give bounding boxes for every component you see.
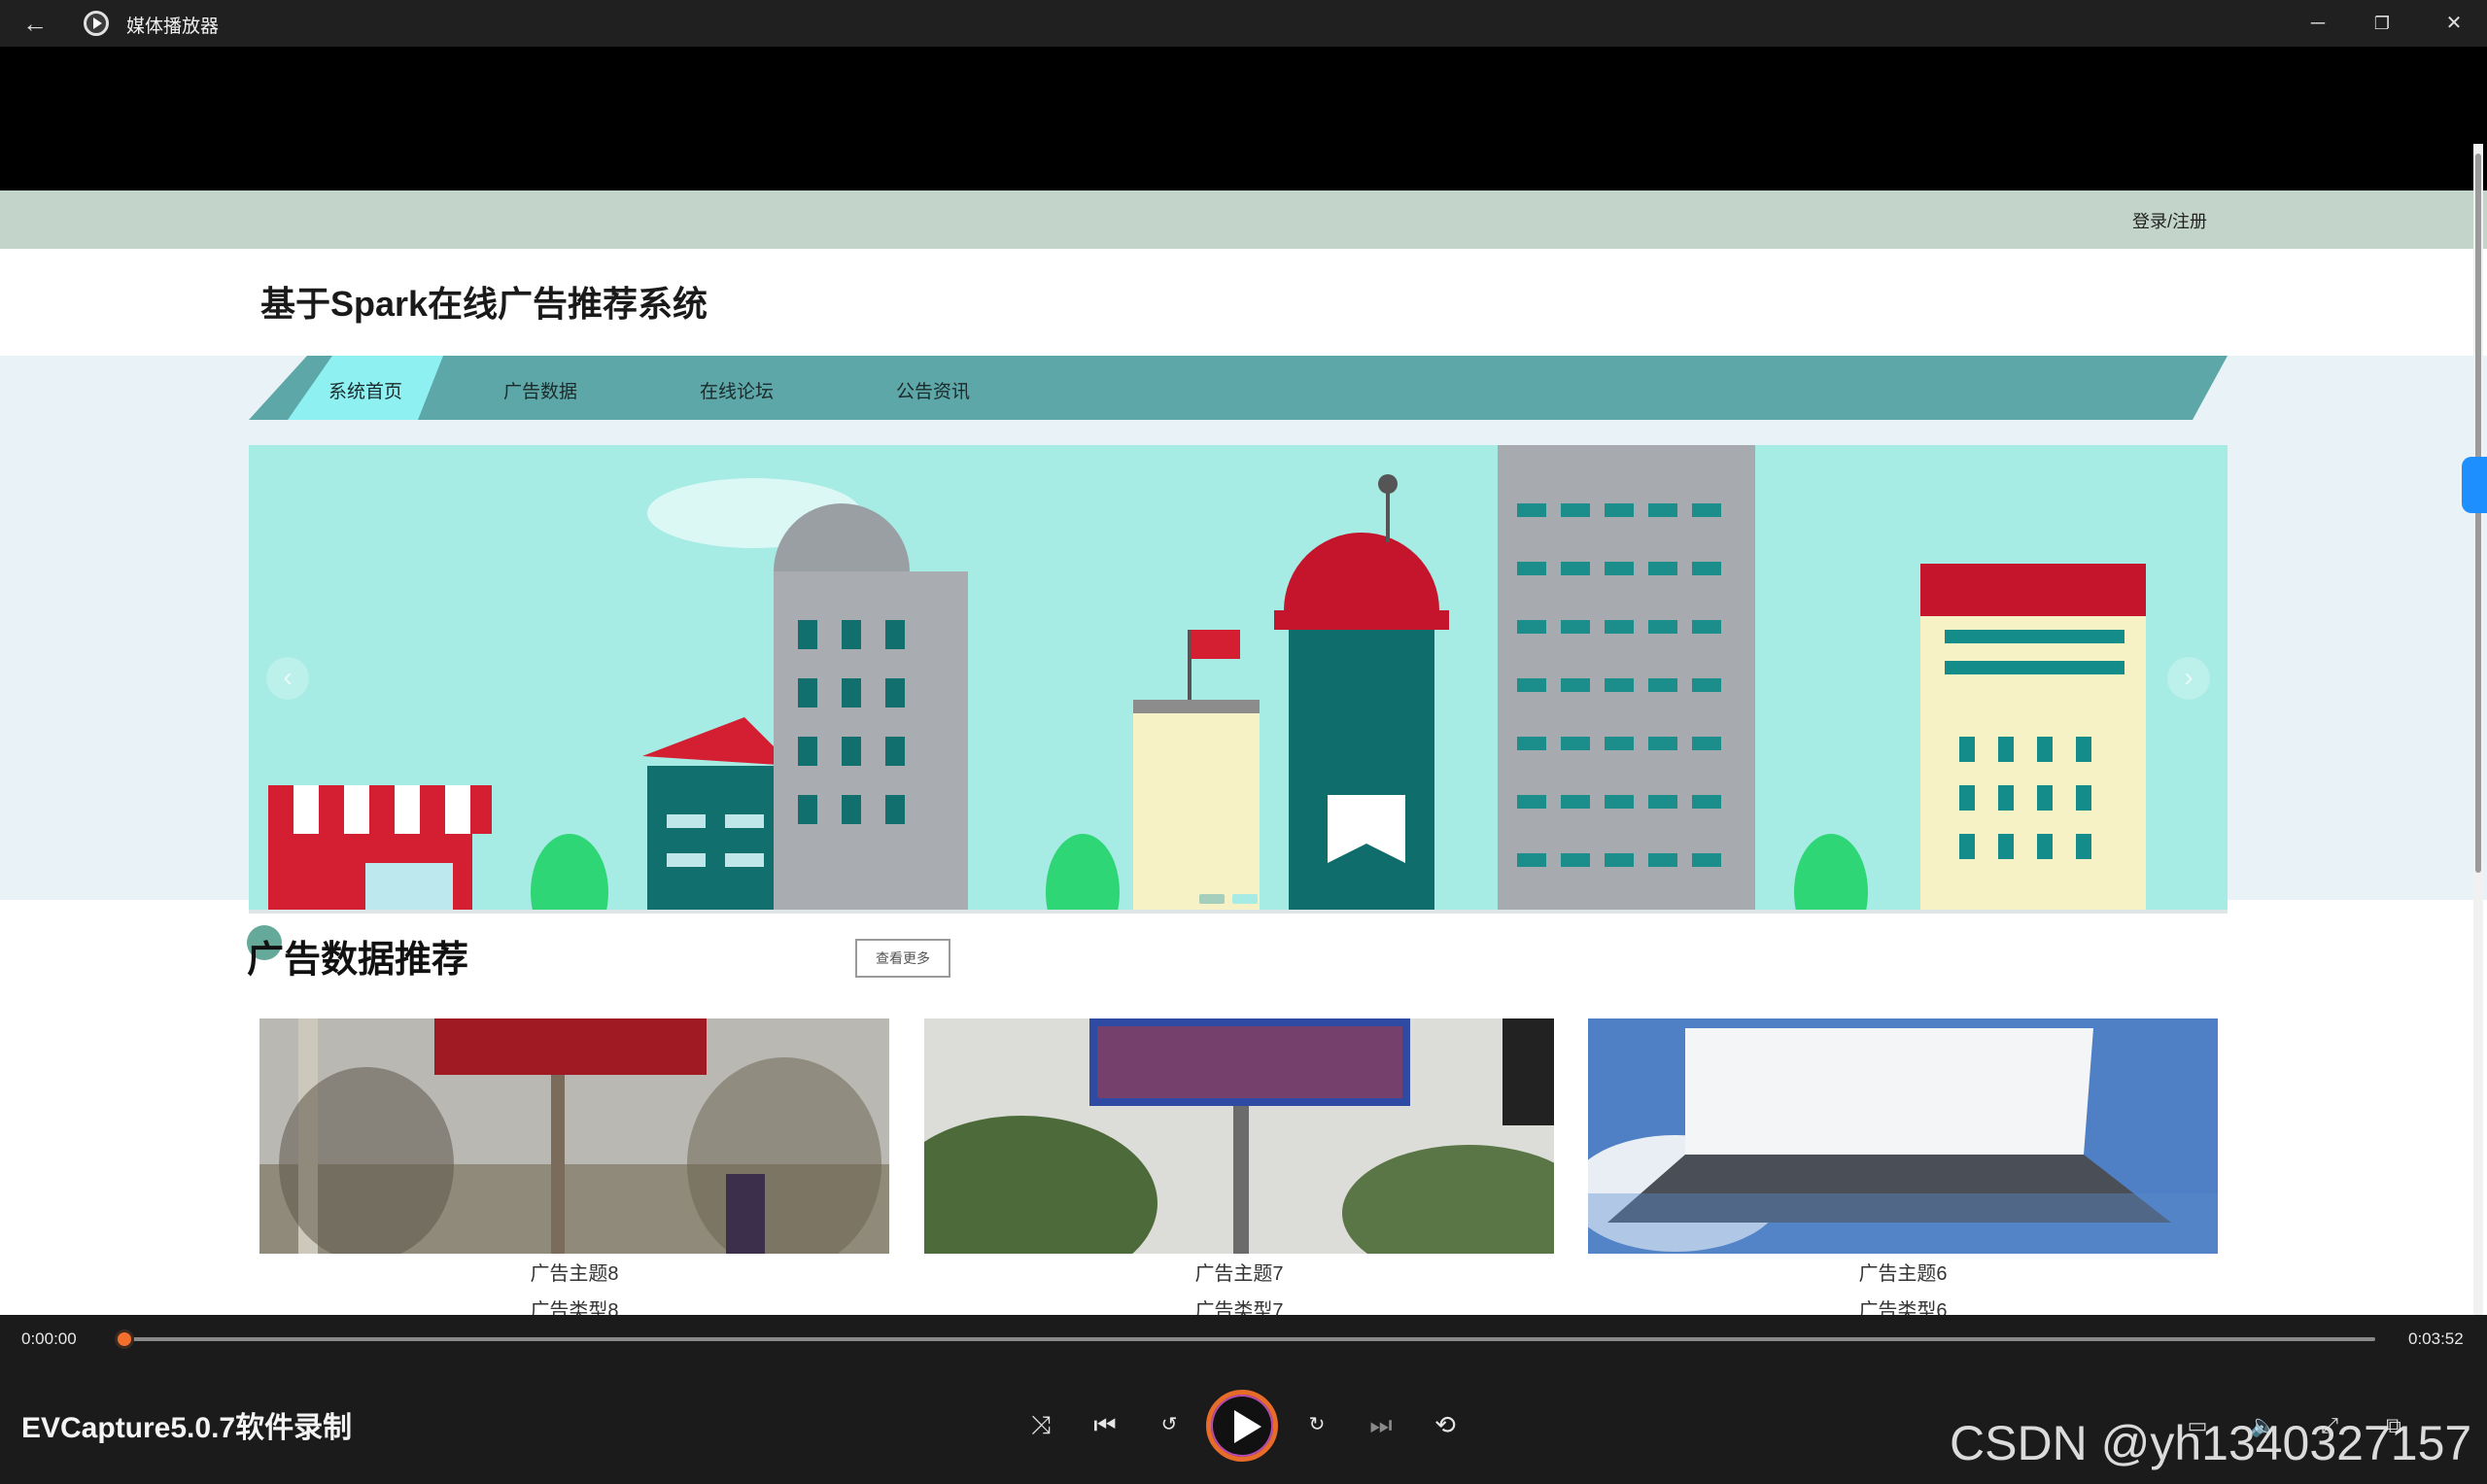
site-title: 基于Spark在线广告推荐系统 [260,284,708,324]
page-scrollbar-thumb[interactable] [2475,154,2481,873]
previous-track-icon[interactable]: ⏮ [1086,1405,1124,1444]
seek-knob[interactable] [115,1329,134,1349]
banner-next-arrow[interactable]: › [2167,657,2210,700]
login-register-link[interactable]: 登录/注册 [2132,208,2207,233]
current-time: 0:00:00 [21,1329,77,1348]
seek-bar[interactable] [122,1337,2375,1341]
restore-button[interactable]: ❐ [2350,0,2414,47]
play-button[interactable] [1206,1390,1278,1462]
nav-item-forum[interactable]: 在线论坛 [700,377,774,403]
banner-prev-arrow[interactable]: ‹ [266,657,309,700]
recorded-webpage: 登录/注册 基于Spark在线广告推荐系统 系统首页 广告数据 在线论坛 公告资… [0,190,2487,1362]
csdn-watermark: CSDN @yh1340327157 [1950,1416,2472,1470]
nav-item-home[interactable]: 系统首页 [328,377,402,403]
play-icon [1234,1410,1261,1443]
banner-carousel[interactable]: ‹ › [249,445,2228,914]
ad-card-title: 广告主题6 [1858,1263,1948,1285]
nav-item-ad-data[interactable]: 广告数据 [503,377,577,403]
city-illustration [249,445,2228,914]
total-time: 0:03:52 [2408,1329,2464,1348]
shuffle-icon[interactable]: ⤨ [1021,1405,1060,1444]
billboard-photo [259,1018,889,1254]
top-strip: 登录/注册 [0,190,2487,249]
back-arrow-icon[interactable]: ← [19,8,51,39]
close-button[interactable]: ✕ [2422,0,2486,47]
nav-item-announcements[interactable]: 公告资讯 [896,377,970,403]
media-title: EVCapture5.0.7软件录制 [21,1412,353,1444]
billboard-photo [1588,1018,2218,1254]
carousel-dot[interactable] [1232,894,1258,904]
repeat-off-icon[interactable]: ⟲ [1426,1405,1465,1444]
view-more-button[interactable]: 查看更多 [855,939,950,978]
title-bar: ← 媒体播放器 ─ ❐ ✕ [0,0,2487,47]
carousel-dot[interactable] [1199,894,1225,904]
forward-30-icon[interactable]: ↻ [1297,1405,1336,1444]
minimize-button[interactable]: ─ [2286,0,2350,47]
billboard-photo [924,1018,1554,1254]
ad-card-title: 广告主题8 [530,1263,619,1285]
next-track-icon[interactable]: ⏭ [1362,1405,1400,1444]
video-frame[interactable]: 登录/注册 基于Spark在线广告推荐系统 系统首页 广告数据 在线论坛 公告资… [0,47,2487,1362]
window-title: 媒体播放器 [126,17,220,37]
media-player-app-icon [84,11,109,36]
rewind-10-icon[interactable]: ↺ [1150,1405,1189,1444]
side-float-tab[interactable] [2462,457,2487,513]
section-title: 广告数据推荐 [247,940,469,981]
ad-card-title: 广告主题7 [1194,1263,1284,1285]
